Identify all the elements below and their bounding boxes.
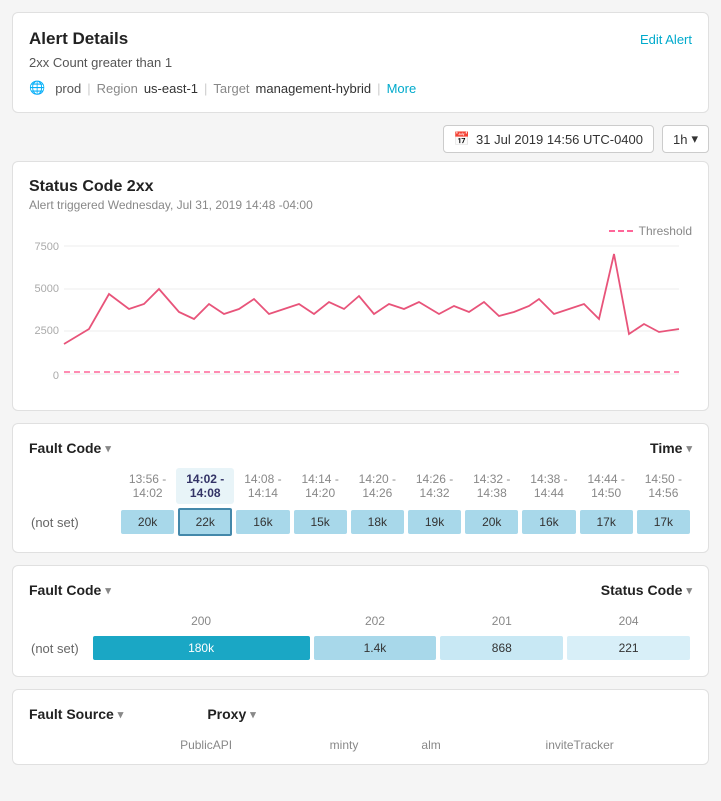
interval-value: 1h	[673, 132, 687, 147]
fault-code-sort-icon: ▾	[105, 442, 111, 455]
time-col-2: 14:08 -14:14	[234, 468, 291, 504]
threshold-dash-icon	[609, 230, 633, 232]
time-col-3: 14:14 -14:20	[292, 468, 349, 504]
cell-9: 17k	[635, 504, 692, 540]
status-col-201: 201	[438, 610, 565, 632]
svg-text:14:20: 14:20	[285, 383, 313, 384]
status-code-chart-card: Status Code 2xx Alert triggered Wednesda…	[12, 161, 709, 411]
svg-text:2500: 2500	[35, 325, 59, 337]
status-cell-200: 180k	[91, 632, 312, 664]
table2-header: Fault Code ▾ Status Code ▾	[29, 582, 692, 598]
target-value: management-hybrid	[256, 81, 372, 96]
chart-title: Status Code 2xx	[29, 178, 692, 196]
svg-text:14:00: 14:00	[75, 383, 103, 384]
svg-text:0: 0	[53, 370, 59, 382]
time-col-0: 13:56 -14:02	[119, 468, 176, 504]
alert-subtitle: 2xx Count greater than 1	[29, 55, 692, 70]
date-picker-button[interactable]: 📅 31 Jul 2019 14:56 UTC-0400	[443, 125, 654, 153]
table2-col2-header[interactable]: Status Code ▾	[601, 582, 692, 598]
table1-col2-header[interactable]: Time ▾	[650, 440, 692, 456]
table1-scroll: 13:56 -14:02 14:02 -14:08 14:08 -14:14 1…	[29, 468, 692, 540]
proxy-col-publicapi: PublicAPI	[119, 734, 293, 756]
svg-text:14:10: 14:10	[180, 383, 208, 384]
time-col-9: 14:50 -14:56	[635, 468, 692, 504]
proxy-col-alm: alm	[395, 734, 468, 756]
table2-col1-header[interactable]: Fault Code ▾	[29, 582, 111, 598]
fault-code2-sort-icon: ▾	[105, 584, 111, 597]
cell-7: 16k	[520, 504, 577, 540]
svg-text:7500: 7500	[35, 241, 59, 253]
cell-2: 16k	[234, 504, 291, 540]
region-label: Region	[97, 81, 138, 96]
table3-col1-header[interactable]: Fault Source ▾	[29, 706, 123, 722]
status-cell-201: 868	[438, 632, 565, 664]
proxy-col-invitetracker: inviteTracker	[467, 734, 692, 756]
status-code-sort-icon: ▾	[686, 584, 692, 597]
table2-thead-row: 200 202 201 204	[29, 610, 692, 632]
cell-5: 19k	[406, 504, 463, 540]
table3-thead-row: PublicAPI minty alm inviteTracker	[29, 734, 692, 756]
status-col-200: 200	[91, 610, 312, 632]
time-sort-icon: ▾	[686, 442, 692, 455]
table3-col2-header[interactable]: Proxy ▾	[207, 706, 255, 722]
time-col-8: 14:44 -14:50	[578, 468, 635, 504]
time-controls: 📅 31 Jul 2019 14:56 UTC-0400 1h ▾	[12, 125, 709, 153]
chart-svg: 0 2500 5000 7500 14:00 14:10 14:20 14:30…	[29, 224, 689, 384]
fault-source-sort-icon: ▾	[118, 708, 124, 721]
cell-3: 15k	[292, 504, 349, 540]
status-col-204: 204	[565, 610, 692, 632]
interval-button[interactable]: 1h ▾	[662, 125, 709, 153]
time-col-7: 14:38 -14:44	[520, 468, 577, 504]
status-col-202: 202	[312, 610, 439, 632]
time-col-6: 14:32 -14:38	[463, 468, 520, 504]
cell-0: 20k	[119, 504, 176, 540]
globe-icon: 🌐	[29, 80, 45, 96]
chart-subtitle: Alert triggered Wednesday, Jul 31, 2019 …	[29, 198, 692, 212]
alert-details-card: Alert Details Edit Alert 2xx Count great…	[12, 12, 709, 113]
table-row: (not set) 180k 1.4k 868 221	[29, 632, 692, 664]
svg-text:14:50: 14:50	[600, 383, 628, 384]
fault-source-proxy-table-card: Fault Source ▾ Proxy ▾ PublicAPI minty a…	[12, 689, 709, 765]
calendar-icon: 📅	[454, 131, 470, 147]
table2-data: 200 202 201 204 (not set) 180k 1.4k 868 …	[29, 610, 692, 664]
edit-alert-link[interactable]: Edit Alert	[640, 32, 692, 47]
cell-8: 17k	[578, 504, 635, 540]
region-value: us-east-1	[144, 81, 198, 96]
table-row: (not set) 20k 22k 16k 15k 18k 19k 20k 16…	[29, 504, 692, 540]
time-col-5: 14:26 -14:32	[406, 468, 463, 504]
table1-header: Fault Code ▾ Time ▾	[29, 440, 692, 456]
table1-thead-row: 13:56 -14:02 14:02 -14:08 14:08 -14:14 1…	[29, 468, 692, 504]
fault-code2-label: (not set)	[29, 632, 91, 664]
cell-4: 18k	[349, 504, 406, 540]
status-cell-204: 221	[565, 632, 692, 664]
alert-title: Alert Details	[29, 29, 128, 49]
status-cell-202: 1.4k	[312, 632, 439, 664]
table1-col1-header[interactable]: Fault Code ▾	[29, 440, 111, 456]
time-col-4: 14:20 -14:26	[349, 468, 406, 504]
fault-code-label: (not set)	[29, 504, 119, 540]
threshold-legend: Threshold	[609, 224, 692, 238]
more-link[interactable]: More	[387, 81, 417, 96]
proxy-sort-icon: ▾	[250, 708, 256, 721]
table3-header: Fault Source ▾ Proxy ▾	[29, 706, 692, 722]
target-label: Target	[213, 81, 249, 96]
table1-data: 13:56 -14:02 14:02 -14:08 14:08 -14:14 1…	[29, 468, 692, 540]
svg-text:5000: 5000	[35, 283, 59, 295]
proxy-col-minty: minty	[293, 734, 395, 756]
alert-details-header: Alert Details Edit Alert	[29, 29, 692, 49]
fault-code-time-table-card: Fault Code ▾ Time ▾ 13:56 -14:02 14:02 -…	[12, 423, 709, 553]
alert-meta: 🌐 prod | Region us-east-1 | Target manag…	[29, 80, 692, 96]
table3-data: PublicAPI minty alm inviteTracker	[29, 734, 692, 756]
cell-1: 22k	[176, 504, 234, 540]
time-col-1: 14:02 -14:08	[176, 468, 234, 504]
chart-container: Threshold 0 2500 5000 7500 14:00 14:10 1…	[29, 224, 692, 394]
svg-text:14:30: 14:30	[390, 383, 418, 384]
svg-text:14:40: 14:40	[495, 383, 523, 384]
fault-code-status-table-card: Fault Code ▾ Status Code ▾ 200 202 201 2…	[12, 565, 709, 677]
env-value: prod	[55, 81, 81, 96]
date-value: 31 Jul 2019 14:56 UTC-0400	[476, 132, 643, 147]
cell-6: 20k	[463, 504, 520, 540]
threshold-label: Threshold	[639, 224, 692, 238]
chevron-down-icon: ▾	[691, 131, 698, 147]
